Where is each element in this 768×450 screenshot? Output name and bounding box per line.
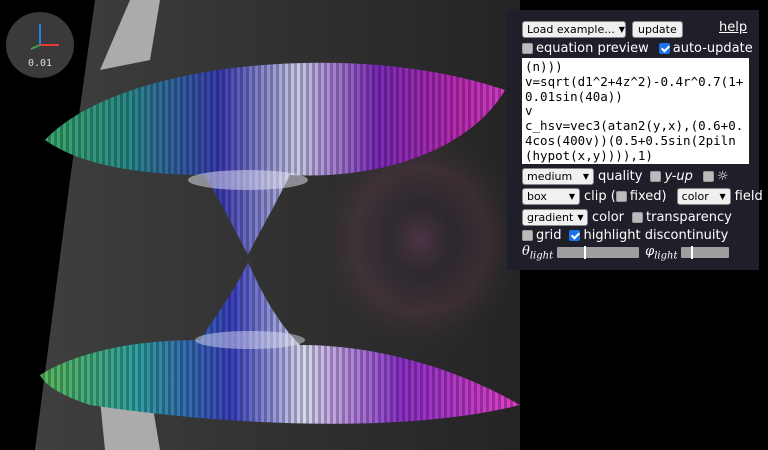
chevron-down-icon: ▼ bbox=[577, 213, 584, 222]
light-checkbox[interactable] bbox=[702, 171, 714, 182]
y-up-label: y-up bbox=[664, 169, 693, 184]
highlight-discontinuity-label: highlight discontinuity bbox=[583, 228, 729, 243]
phi-symbol: φ bbox=[645, 244, 655, 259]
field-select-value: color bbox=[681, 190, 709, 203]
theta-symbol: θ bbox=[522, 244, 530, 259]
theta-slider-thumb[interactable] bbox=[584, 246, 587, 260]
grid-label: grid bbox=[536, 228, 562, 243]
quality-select[interactable]: medium ▼ bbox=[522, 168, 594, 185]
chevron-down-icon: ▼ bbox=[719, 192, 726, 201]
equation-textarea[interactable]: (n))) v=sqrt(d1^2+4z^2)-0.4r^0.7(1+0.01s… bbox=[522, 58, 749, 164]
clip-select[interactable]: box ▼ bbox=[522, 188, 580, 205]
help-link[interactable]: help bbox=[719, 20, 747, 35]
update-button[interactable]: update bbox=[632, 21, 683, 38]
phi-light-slider[interactable] bbox=[681, 246, 730, 260]
chevron-down-icon: ▼ bbox=[582, 172, 589, 181]
field-label: field bbox=[734, 189, 763, 204]
quality-label: quality bbox=[598, 169, 643, 184]
color-select-value: gradient bbox=[527, 211, 574, 224]
control-panel: Load example... ▼ update help equation pr… bbox=[507, 10, 763, 270]
phi-slider-thumb[interactable] bbox=[691, 246, 694, 260]
theta-light-slider[interactable] bbox=[557, 246, 640, 260]
fixed-label: fixed) bbox=[629, 189, 667, 204]
equation-preview-label: equation preview bbox=[536, 41, 649, 56]
transparency-checkbox[interactable] bbox=[632, 212, 644, 223]
equation-preview-checkbox[interactable] bbox=[522, 43, 533, 54]
fixed-checkbox[interactable] bbox=[615, 191, 627, 202]
examples-select-value: Load example... bbox=[527, 23, 615, 36]
axes-orientation-widget[interactable]: 0.01 bbox=[6, 12, 74, 78]
sun-icon: ☼ bbox=[716, 169, 729, 184]
clip-label: clip ( bbox=[584, 189, 616, 204]
phi-light-label: φlight bbox=[645, 244, 677, 262]
theta-light-label: θlight bbox=[522, 244, 553, 262]
quality-select-value: medium bbox=[527, 170, 573, 183]
color-select[interactable]: gradient ▼ bbox=[522, 209, 588, 226]
theta-subscript: light bbox=[529, 250, 554, 262]
chevron-down-icon: ▼ bbox=[568, 192, 575, 201]
auto-update-checkbox[interactable] bbox=[658, 43, 670, 54]
phi-subscript: light bbox=[654, 250, 678, 262]
color-label: color bbox=[592, 210, 625, 225]
auto-update-label: auto-update bbox=[672, 41, 753, 56]
field-select[interactable]: color ▼ bbox=[676, 188, 731, 205]
y-up-checkbox[interactable] bbox=[650, 171, 662, 182]
grid-checkbox[interactable] bbox=[522, 230, 533, 241]
clip-select-value: box bbox=[527, 190, 547, 203]
highlight-discontinuity-checkbox[interactable] bbox=[569, 230, 581, 241]
zoom-readout: 0.01 bbox=[27, 58, 53, 69]
examples-select[interactable]: Load example... ▼ bbox=[522, 21, 626, 38]
lower-cone-rim bbox=[195, 331, 305, 349]
transparency-label: transparency bbox=[646, 210, 732, 225]
upper-cone-rim bbox=[188, 170, 308, 190]
chevron-down-icon: ▼ bbox=[618, 25, 625, 34]
